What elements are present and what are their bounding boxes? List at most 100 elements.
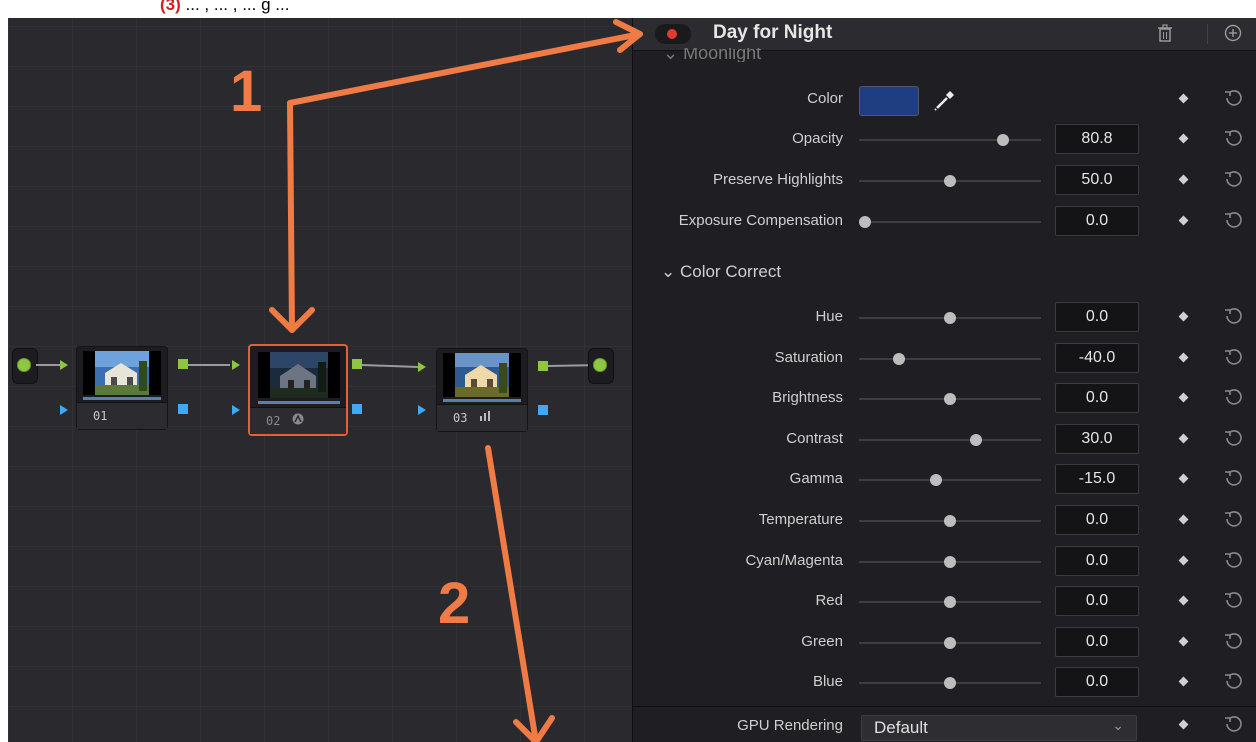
reset-icon[interactable] [1223, 589, 1245, 611]
section-color-correct[interactable]: ⌄ Color Correct [661, 262, 781, 282]
preserve-highlights-slider-handle[interactable] [944, 175, 956, 187]
eyedropper-icon[interactable] [931, 88, 957, 114]
temperature-slider-handle[interactable] [944, 515, 956, 527]
node01-key-input[interactable] [60, 405, 68, 415]
keyframe-icon[interactable] [1178, 676, 1189, 687]
keyframe-icon[interactable] [1178, 133, 1189, 144]
keyframe-icon[interactable] [1178, 311, 1189, 322]
trash-icon[interactable] [1157, 24, 1175, 44]
green-value-field[interactable]: 0.0 [1055, 626, 1139, 657]
saturation-value-field[interactable]: -40.0 [1055, 342, 1139, 373]
effect-enable-toggle[interactable] [655, 24, 691, 44]
opacity-value-field[interactable]: 80.8 [1055, 124, 1139, 154]
node03-rgb-input[interactable] [418, 362, 426, 372]
green-slider-handle[interactable] [944, 636, 956, 649]
exposure-compensation-label: Exposure Compensation [678, 212, 843, 229]
node02-key-output[interactable] [352, 404, 362, 414]
keyframe-icon[interactable] [1178, 514, 1189, 525]
keyframe-icon[interactable] [1178, 555, 1189, 566]
keyframe-icon[interactable] [1178, 352, 1189, 363]
gamma-slider[interactable] [859, 479, 1041, 482]
reset-icon[interactable] [1223, 346, 1245, 368]
node01-rgb-input[interactable] [60, 360, 68, 370]
brightness-value-field[interactable]: 0.0 [1055, 383, 1139, 414]
contrast-label: Contrast [786, 429, 843, 447]
param-row: Preserve Highlights 50.0 [633, 161, 1256, 201]
opacity-slider-handle[interactable] [997, 134, 1009, 146]
reset-icon[interactable] [1223, 87, 1245, 109]
hue-slider-handle[interactable] [944, 312, 956, 324]
node03-key-input[interactable] [418, 405, 426, 415]
cyan-magenta-value-field[interactable]: 0.0 [1055, 545, 1139, 576]
opacity-slider[interactable] [859, 139, 1041, 141]
red-value-field[interactable]: 0.0 [1055, 586, 1139, 617]
node-03[interactable]: 03 [436, 348, 528, 432]
reset-icon[interactable] [1223, 630, 1245, 652]
source-dot [18, 359, 30, 371]
exposure-compensation-value-field[interactable]: 0.0 [1055, 206, 1139, 236]
output-node[interactable] [588, 348, 614, 384]
exposure-compensation-slider-handle[interactable] [859, 216, 871, 228]
keyframe-icon[interactable] [1178, 636, 1189, 647]
section-moonlight[interactable]: ⌄ Moonlight [663, 48, 761, 62]
contrast-slider[interactable] [859, 438, 1041, 441]
reset-icon[interactable] [1223, 168, 1245, 190]
preserve-highlights-value-field[interactable]: 50.0 [1055, 165, 1139, 195]
saturation-slider[interactable] [859, 357, 1041, 360]
keyframe-icon[interactable] [1178, 174, 1189, 185]
link-02-03 [361, 364, 419, 368]
keyframe-icon[interactable] [1178, 433, 1189, 444]
keyframe-icon[interactable] [1178, 473, 1189, 484]
node03-rgb-output[interactable] [538, 361, 548, 371]
gamma-slider-handle[interactable] [930, 474, 942, 487]
keyframe-icon[interactable] [1178, 719, 1189, 730]
node-editor[interactable]: 01 02 03 [8, 18, 632, 742]
node-01[interactable]: 01 [76, 346, 168, 430]
reset-icon[interactable] [1223, 127, 1245, 149]
keyframe-icon[interactable] [1178, 595, 1189, 606]
keyframe-icon[interactable] [1178, 93, 1189, 104]
keyframe-icon[interactable] [1178, 392, 1189, 403]
blue-slider-handle[interactable] [944, 677, 956, 690]
gpu-rendering-select[interactable]: Default ⌄ [861, 715, 1137, 741]
node01-key-output[interactable] [178, 404, 188, 414]
reset-icon[interactable] [1223, 386, 1245, 408]
hue-value-field[interactable]: 0.0 [1055, 302, 1139, 332]
reset-icon[interactable] [1223, 209, 1245, 231]
contrast-value-field[interactable]: 30.0 [1055, 423, 1139, 454]
source-input-node[interactable] [12, 348, 38, 384]
fx-icon [292, 413, 304, 428]
add-effect-icon[interactable] [1223, 23, 1243, 43]
opacity-label: Opacity [792, 130, 843, 147]
exposure-compensation-slider[interactable] [859, 221, 1041, 223]
node-02-progress [258, 401, 340, 404]
saturation-slider-handle[interactable] [893, 352, 905, 365]
node02-key-input[interactable] [232, 405, 240, 415]
node-02-label: 02 [266, 414, 281, 428]
reset-icon[interactable] [1223, 549, 1245, 571]
node01-rgb-output[interactable] [178, 359, 188, 369]
blue-value-field[interactable]: 0.0 [1055, 667, 1139, 698]
red-slider-handle[interactable] [944, 596, 956, 609]
node-02[interactable]: 02 [248, 344, 348, 436]
node-03-progress [443, 399, 521, 402]
moonlight-color-swatch[interactable] [859, 86, 919, 116]
blue-label: Blue [812, 673, 843, 691]
screenshot: (3) ... , ... , ... g ... 01 02 03 Day f… [0, 0, 1256, 742]
node02-rgb-output[interactable] [352, 359, 362, 369]
node03-key-output[interactable] [538, 405, 548, 415]
reset-icon[interactable] [1223, 670, 1245, 692]
reset-icon[interactable] [1223, 427, 1245, 449]
preserve-highlights-label: Preserve Highlights [712, 171, 843, 188]
cyan-magenta-slider-handle[interactable] [944, 555, 956, 568]
contrast-slider-handle[interactable] [970, 433, 982, 446]
gamma-value-field[interactable]: -15.0 [1055, 464, 1139, 495]
brightness-slider-handle[interactable] [944, 393, 956, 406]
keyframe-icon[interactable] [1178, 215, 1189, 226]
reset-icon[interactable] [1223, 305, 1245, 327]
temperature-value-field[interactable]: 0.0 [1055, 505, 1139, 535]
node02-rgb-input[interactable] [232, 360, 240, 370]
reset-icon[interactable] [1223, 467, 1245, 489]
reset-icon[interactable] [1223, 508, 1245, 530]
reset-icon[interactable] [1223, 713, 1245, 735]
